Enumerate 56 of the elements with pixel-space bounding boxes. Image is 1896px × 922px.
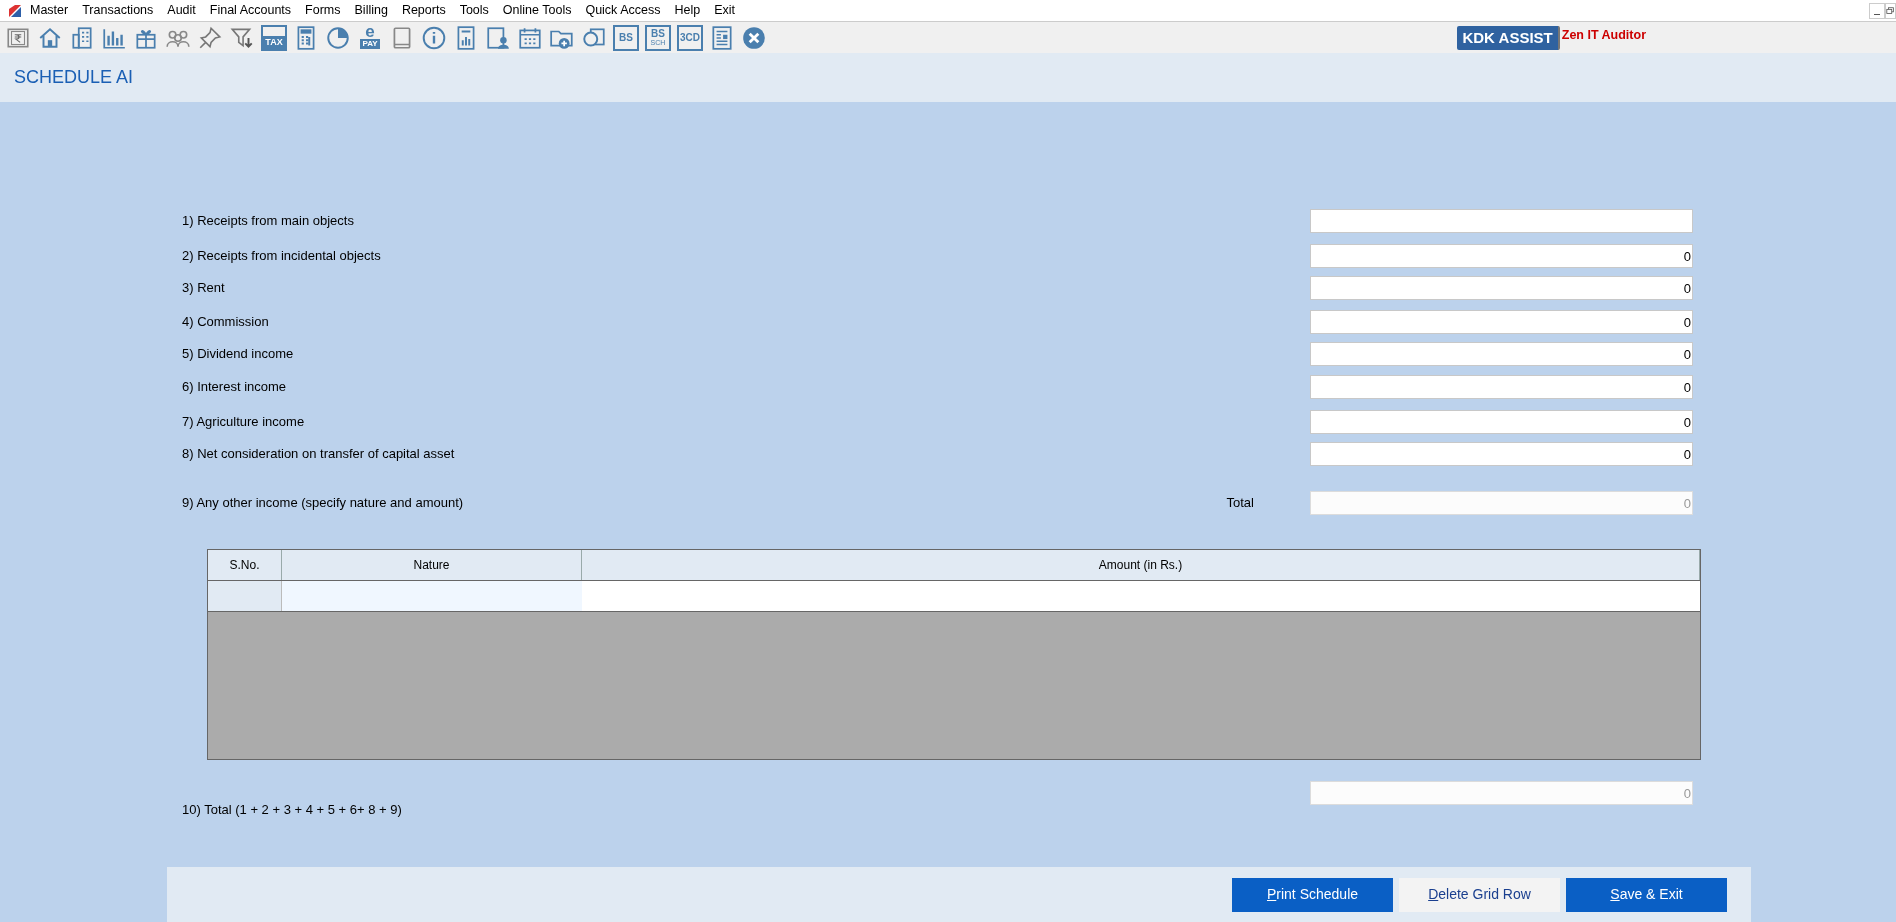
action-button[interactable]: Delete Grid Row [1399, 877, 1560, 912]
input-field[interactable]: 0 [1310, 410, 1693, 434]
menu-item[interactable]: Online Tools [502, 1, 572, 20]
app-logo-icon [8, 3, 22, 18]
table-cell[interactable] [582, 581, 1700, 611]
input-field[interactable]: 0 [1310, 342, 1693, 366]
pie-chart-icon[interactable] [325, 24, 351, 51]
total-label: Total [1226, 494, 1254, 513]
restore-button[interactable] [1885, 2, 1896, 19]
field-label: 10) Total (1 + 2 + 3 + 4 + 5 + 6+ 8 + 9) [182, 801, 402, 819]
field-label: 8) Net consideration on transfer of capital asset [182, 445, 455, 464]
field-label: 2) Receipts from incidental objects [182, 247, 381, 266]
table-cell[interactable] [282, 581, 582, 611]
menu-item[interactable]: Exit [714, 1, 735, 20]
menu-item[interactable]: Billing [354, 1, 388, 20]
newspaper-icon[interactable] [709, 24, 735, 51]
input-field[interactable]: 0 [1310, 244, 1693, 268]
epay-button[interactable]: e PAY [357, 24, 383, 51]
menu-item[interactable]: Quick Access [585, 1, 661, 20]
pin-icon[interactable] [197, 24, 223, 51]
menu-item[interactable]: Help [674, 1, 701, 20]
column-header[interactable]: Nature [282, 550, 582, 580]
app-name: Zen IT Auditor [1561, 27, 1646, 44]
action-button[interactable]: Print Schedule [1232, 877, 1393, 912]
column-header[interactable]: S.No. [208, 550, 282, 580]
minimize-button[interactable] [1869, 2, 1885, 19]
menu-item[interactable]: Transactions [82, 1, 154, 20]
field-label: 5) Dividend income [182, 345, 294, 364]
assist-button[interactable]: KDK ASSIST [1457, 26, 1560, 50]
close-icon[interactable] [741, 24, 767, 51]
action-button[interactable]: Save & Exit [1566, 877, 1727, 912]
report-button[interactable]: 3CD [677, 24, 703, 51]
field-label: 3) Rent [182, 279, 225, 298]
menu-item[interactable]: Master [30, 1, 69, 20]
field-label: 7) Agriculture income [182, 413, 305, 432]
building-icon[interactable] [69, 24, 95, 51]
user-document-icon[interactable] [485, 24, 511, 51]
menu-item[interactable]: Tools [459, 1, 489, 20]
menu-item[interactable]: Reports [401, 1, 446, 20]
field-label: 4) Commission [182, 313, 269, 332]
menu-item[interactable]: Final Accounts [209, 1, 292, 20]
input-field[interactable]: 0 [1310, 442, 1693, 466]
input-field[interactable] [1310, 209, 1693, 233]
menu-item[interactable]: Forms [305, 1, 341, 20]
page-title: SCHEDULE AI [14, 66, 134, 89]
field-label: 1) Receipts from main objects [182, 212, 354, 231]
info-icon[interactable] [421, 24, 447, 51]
report-button[interactable]: BS [613, 24, 639, 51]
field-label: 6) Interest income [182, 378, 287, 397]
input-field[interactable]: 0 [1310, 310, 1693, 334]
input-field[interactable]: 0 [1310, 276, 1693, 300]
tax-button[interactable]: TAX [261, 24, 287, 51]
field-label: 9) Any other income (specify nature and amount) [182, 494, 464, 513]
menu-item[interactable]: Audit [167, 1, 196, 20]
input-field[interactable]: 0 [1310, 375, 1693, 399]
column-header[interactable]: Amount (in Rs.) [582, 550, 1700, 580]
